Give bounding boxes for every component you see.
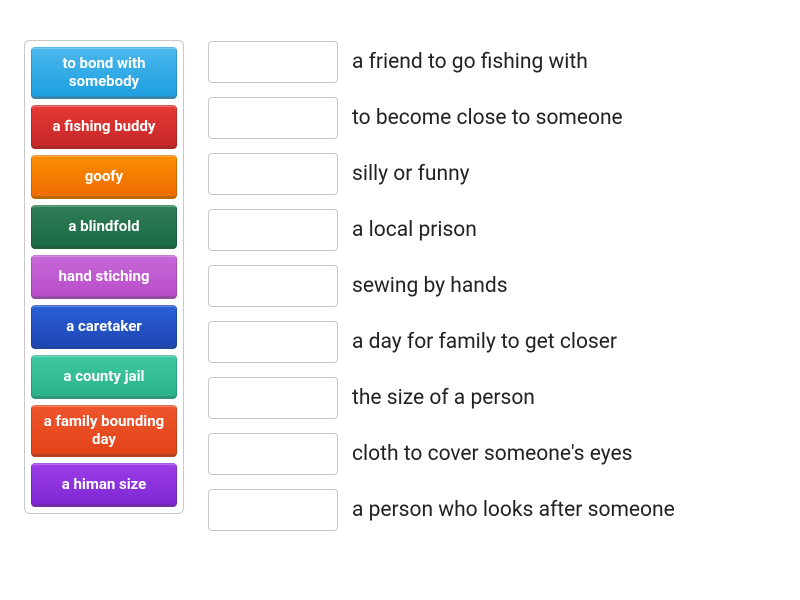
definition-text: a person who looks after someone <box>352 498 675 522</box>
term-tile[interactable]: a himan size <box>31 463 177 507</box>
definition-row: the size of a person <box>208 376 776 420</box>
definition-text: sewing by hands <box>352 274 508 298</box>
drop-slot[interactable] <box>208 97 338 139</box>
definitions-panel: a friend to go fishing with to become cl… <box>208 40 776 532</box>
term-tile[interactable]: to bond with somebody <box>31 47 177 99</box>
term-tile[interactable]: a fishing buddy <box>31 105 177 149</box>
definition-text: the size of a person <box>352 386 535 410</box>
drop-slot[interactable] <box>208 153 338 195</box>
definition-text: a friend to go fishing with <box>352 50 588 74</box>
term-tile[interactable]: goofy <box>31 155 177 199</box>
terms-panel: to bond with somebody a fishing buddy go… <box>24 40 184 514</box>
drop-slot[interactable] <box>208 265 338 307</box>
definition-text: a local prison <box>352 218 477 242</box>
definition-row: a friend to go fishing with <box>208 40 776 84</box>
definition-row: a local prison <box>208 208 776 252</box>
definition-text: silly or funny <box>352 162 470 186</box>
definition-text: a day for family to get closer <box>352 330 617 354</box>
drop-slot[interactable] <box>208 489 338 531</box>
drop-slot[interactable] <box>208 433 338 475</box>
drop-slot[interactable] <box>208 209 338 251</box>
term-tile[interactable]: hand stiching <box>31 255 177 299</box>
definition-row: a person who looks after someone <box>208 488 776 532</box>
definition-row: to become close to someone <box>208 96 776 140</box>
definition-row: silly or funny <box>208 152 776 196</box>
term-tile[interactable]: a blindfold <box>31 205 177 249</box>
term-tile[interactable]: a family bounding day <box>31 405 177 457</box>
drop-slot[interactable] <box>208 377 338 419</box>
drop-slot[interactable] <box>208 321 338 363</box>
drop-slot[interactable] <box>208 41 338 83</box>
matching-exercise: to bond with somebody a fishing buddy go… <box>0 0 800 572</box>
definition-text: cloth to cover someone's eyes <box>352 442 633 466</box>
definition-row: cloth to cover someone's eyes <box>208 432 776 476</box>
definition-row: a day for family to get closer <box>208 320 776 364</box>
term-tile[interactable]: a county jail <box>31 355 177 399</box>
term-tile[interactable]: a caretaker <box>31 305 177 349</box>
definition-text: to become close to someone <box>352 106 623 130</box>
definition-row: sewing by hands <box>208 264 776 308</box>
